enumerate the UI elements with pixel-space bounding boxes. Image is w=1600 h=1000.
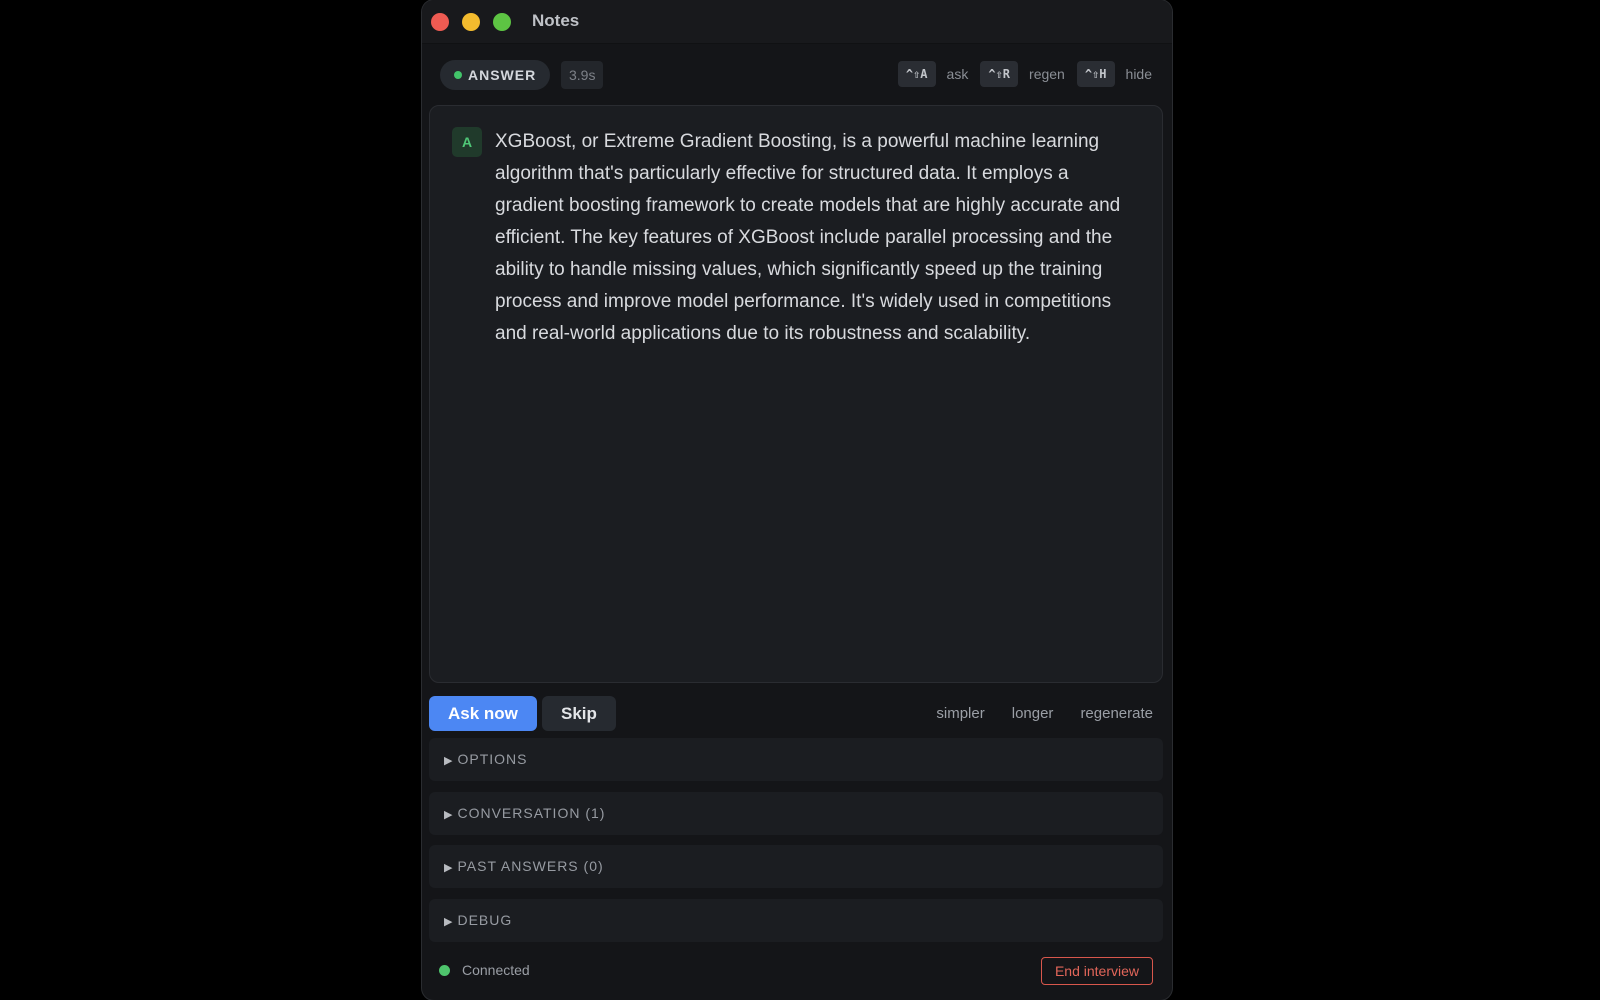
expand-caret-icon: ▶ [444,916,453,928]
toolbar: ANSWER 3.9s ^⇧A ask ^⇧R regen ^⇧H hide [422,44,1172,102]
window-title: Notes [532,11,580,30]
shortcut-hints: ^⇧A ask ^⇧R regen ^⇧H hide [897,61,1152,87]
close-window-icon[interactable] [431,13,449,31]
maximize-window-icon[interactable] [493,13,511,31]
section-label: PAST ANSWERS (0) [457,858,604,874]
response-timer: 3.9s [561,61,604,89]
minimize-window-icon[interactable] [462,13,480,31]
section-label: OPTIONS [457,751,528,767]
shortcut-key-hide: ^⇧H [1076,61,1115,87]
expand-caret-icon: ▶ [444,809,453,821]
longer-link[interactable]: longer [1012,705,1054,722]
options-section[interactable]: ▶ OPTIONS [429,738,1163,781]
mode-label: ANSWER [468,67,537,83]
expand-caret-icon: ▶ [444,862,453,874]
title-bar[interactable]: Notes [422,0,1172,44]
conversation-section[interactable]: ▶ CONVERSATION (1) [429,792,1163,835]
answer-avatar: A [452,127,482,157]
skip-button[interactable]: Skip [542,696,616,731]
end-interview-button[interactable]: End interview [1040,957,1153,985]
answer-actions: Ask now Skip simpler longer regenerate [429,696,1163,732]
answer-card: A XGBoost, or Extreme Gradient Boosting,… [429,105,1163,683]
expand-caret-icon: ▶ [444,755,453,767]
connection-status: Connected [462,962,530,978]
mode-badge: ANSWER [440,60,551,90]
regenerate-link[interactable]: regenerate [1080,705,1153,722]
shortcut-label-regen: regen [1029,66,1065,82]
ask-now-button[interactable]: Ask now [429,696,537,731]
shortcut-label-ask: ask [946,66,969,82]
status-footer: Connected End interview [429,955,1163,987]
status-dot-icon [454,71,462,79]
answer-text: XGBoost, or Extreme Gradient Boosting, i… [495,131,1121,344]
past-answers-section[interactable]: ▶ PAST ANSWERS (0) [429,845,1163,888]
answer-tweaks: simpler longer regenerate [909,696,1153,731]
debug-section[interactable]: ▶ DEBUG [429,899,1163,942]
shortcut-label-hide: hide [1125,66,1152,82]
connection-status-icon [439,965,450,976]
notes-window: Notes ANSWER 3.9s ^⇧A ask ^⇧R regen ^⇧H … [422,0,1172,1000]
section-label: DEBUG [457,912,513,928]
section-label: CONVERSATION (1) [457,805,606,821]
shortcut-key-regen: ^⇧R [980,61,1019,87]
simpler-link[interactable]: simpler [936,705,984,722]
shortcut-key-ask: ^⇧A [897,61,936,87]
